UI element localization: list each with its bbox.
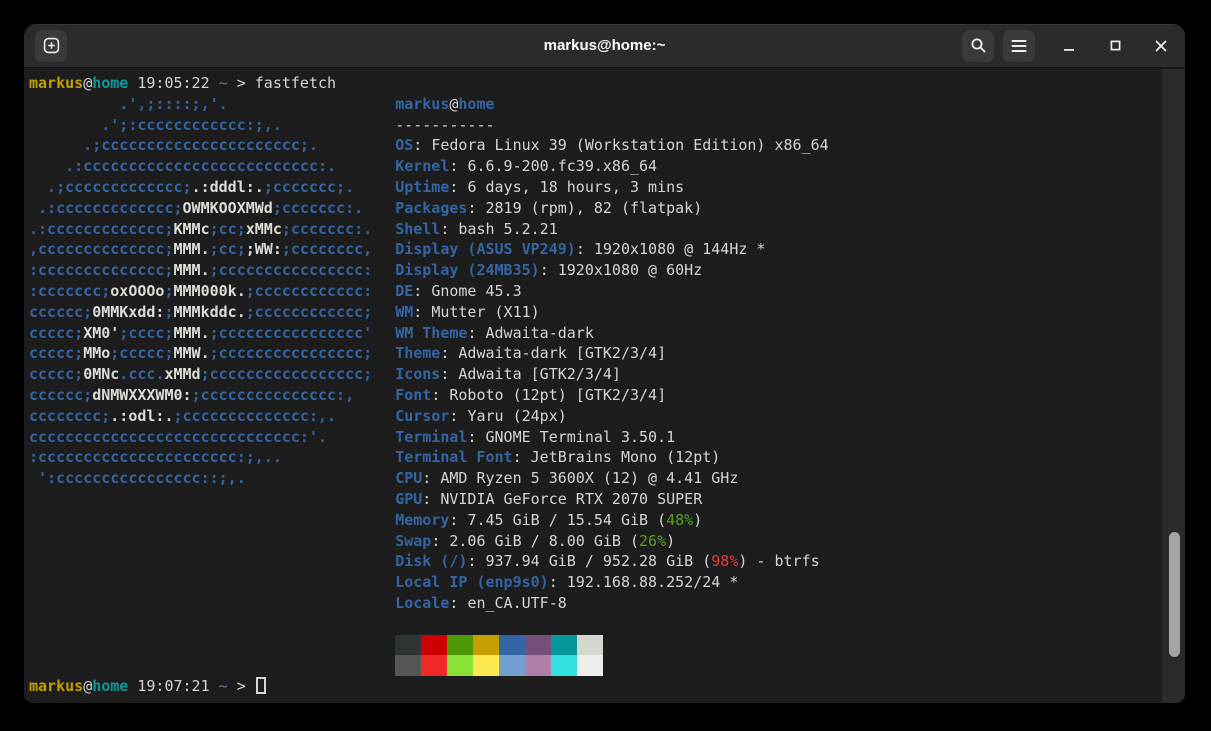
terminal-window: markus@home:~ [24, 24, 1185, 703]
fastfetch-info: markus@home-----------OS: Fedora Linux 3… [395, 94, 828, 676]
ascii-logo-line: cccccccc;.:odl:.;cccccccccccccc:,. [29, 406, 372, 427]
palette-swatch [447, 635, 473, 656]
minimize-button[interactable] [1057, 34, 1081, 58]
terminal-cursor [256, 677, 266, 694]
palette-swatch [499, 655, 525, 676]
palette-swatch [421, 655, 447, 676]
fastfetch-entry: Display (24MB35): 1920x1080 @ 60Hz [395, 260, 828, 281]
ascii-logo-line: .:ccccccccccccc;OWMKOOXMWd;ccccccc:. [29, 198, 372, 219]
ascii-logo-line: :ccccccc;oxOOOo;MMM000k.;cccccccccccc: [29, 281, 372, 302]
ascii-logo-line: :cccccccccccccccccccccc:;,.. [29, 447, 372, 468]
blank-line [395, 614, 828, 635]
ascii-logo-line: .:ccccccccccccc;KMMc;cc;xMMc;ccccccc:. [29, 219, 372, 240]
scrollbar-thumb[interactable] [1169, 532, 1180, 657]
palette-swatch [395, 655, 421, 676]
titlebar-controls [962, 30, 1185, 62]
maximize-icon [1110, 40, 1121, 51]
fastfetch-entry: Font: Roboto (12pt) [GTK2/3/4] [395, 385, 828, 406]
close-button[interactable] [1149, 34, 1173, 58]
search-button[interactable] [962, 30, 994, 62]
fastfetch-separator: ----------- [395, 115, 828, 136]
fastfetch-entry: Icons: Adwaita [GTK2/3/4] [395, 364, 828, 385]
palette-swatch [421, 635, 447, 656]
ascii-logo-line: cccccc;0MMKxdd:;MMMkddc.;cccccccccccc; [29, 302, 372, 323]
fastfetch-entry: Disk (/): 937.94 GiB / 952.28 GiB (98%) … [395, 551, 828, 572]
fastfetch-entry: WM: Mutter (X11) [395, 302, 828, 323]
color-palette-row [395, 635, 828, 656]
fastfetch-entry: Memory: 7.45 GiB / 15.54 GiB (48%) [395, 510, 828, 531]
fastfetch-entry: Swap: 2.06 GiB / 8.00 GiB (26%) [395, 531, 828, 552]
minimize-icon [1063, 40, 1075, 52]
fastfetch-entry: Local IP (enp9s0): 192.168.88.252/24 * [395, 572, 828, 593]
palette-swatch [395, 635, 421, 656]
fastfetch-entry: Packages: 2819 (rpm), 82 (flatpak) [395, 198, 828, 219]
palette-swatch [551, 635, 577, 656]
fastfetch-entry: DE: Gnome 45.3 [395, 281, 828, 302]
palette-swatch [447, 655, 473, 676]
color-palette-row [395, 655, 828, 676]
add-tab-icon [43, 37, 60, 54]
search-icon [970, 37, 987, 54]
fastfetch-entry: Display (ASUS VP249): 1920x1080 @ 144Hz … [395, 239, 828, 260]
fastfetch-entry: Terminal: GNOME Terminal 3.50.1 [395, 427, 828, 448]
palette-swatch [473, 655, 499, 676]
palette-swatch [551, 655, 577, 676]
ascii-logo-line: ccccc;XM0';cccc;MMM.;cccccccccccccccc' [29, 323, 372, 344]
fastfetch-entry: Locale: en_CA.UTF-8 [395, 593, 828, 614]
fastfetch-entry: WM Theme: Adwaita-dark [395, 323, 828, 344]
palette-swatch [525, 635, 551, 656]
ascii-logo-line: .;cccccccccccccccccccccc;. [29, 135, 372, 156]
menu-button[interactable] [1003, 30, 1035, 62]
fastfetch-output: .',;::::;,'. .';:cccccccccccc:;,. .;cccc… [29, 94, 1159, 676]
fastfetch-entry: CPU: AMD Ryzen 5 3600X (12) @ 4.41 GHz [395, 468, 828, 489]
ascii-logo-line: .',;::::;,'. [29, 94, 372, 115]
maximize-button[interactable] [1103, 34, 1127, 58]
shell-prompt-top: markus@home 19:05:22 ~ > fastfetch [29, 73, 1159, 94]
ascii-logo-line: ccccc;0MNc.ccc.xMMd;ccccccccccccccccc; [29, 364, 372, 385]
fastfetch-entry: Kernel: 6.6.9-200.fc39.x86_64 [395, 156, 828, 177]
palette-swatch [499, 635, 525, 656]
fastfetch-entry: Terminal Font: JetBrains Mono (12pt) [395, 447, 828, 468]
scrollbar-track[interactable] [1162, 69, 1185, 703]
palette-swatch [473, 635, 499, 656]
terminal-content[interactable]: markus@home 19:05:22 ~ > fastfetch .',;:… [24, 69, 1185, 703]
fastfetch-entry: Theme: Adwaita-dark [GTK2/3/4] [395, 343, 828, 364]
fastfetch-entry: OS: Fedora Linux 39 (Workstation Edition… [395, 135, 828, 156]
hamburger-menu-icon [1011, 39, 1027, 53]
palette-swatch [525, 655, 551, 676]
fastfetch-entry: Shell: bash 5.2.21 [395, 219, 828, 240]
fedora-ascii-logo: .',;::::;,'. .';:cccccccccccc:;,. .;cccc… [29, 94, 372, 676]
palette-swatch [577, 635, 603, 656]
ascii-logo-line: ,cccccccccccccc;MMM.;cc;;WW:;cccccccc, [29, 239, 372, 260]
ascii-logo-line: cccccccccccccccccccccccccccccc:'. [29, 427, 372, 448]
new-tab-button[interactable] [35, 30, 67, 62]
ascii-logo-line: ccccc;MMo;ccccc;MMW.;cccccccccccccccc; [29, 343, 372, 364]
shell-prompt-bottom: markus@home 19:07:21 ~ > [29, 676, 1159, 697]
ascii-logo-line: .';:cccccccccccc:;,. [29, 115, 372, 136]
palette-swatch [577, 655, 603, 676]
ascii-logo-line: .:cccccccccccccccccccccccccc:. [29, 156, 372, 177]
ascii-logo-line: .;ccccccccccccc;.:dddl:.;ccccccc;. [29, 177, 372, 198]
fastfetch-entry: Uptime: 6 days, 18 hours, 3 mins [395, 177, 828, 198]
close-icon [1155, 40, 1167, 52]
titlebar: markus@home:~ [24, 24, 1185, 68]
ascii-logo-line: cccccc;dNMWXXXWM0:;ccccccccccccccc:, [29, 385, 372, 406]
fastfetch-title: markus@home [395, 94, 828, 115]
ascii-logo-line: ':cccccccccccccccc::;,. [29, 468, 372, 489]
ascii-logo-line: :cccccccccccccc;MMM.;cccccccccccccccc: [29, 260, 372, 281]
fastfetch-entry: GPU: NVIDIA GeForce RTX 2070 SUPER [395, 489, 828, 510]
fastfetch-entry: Cursor: Yaru (24px) [395, 406, 828, 427]
